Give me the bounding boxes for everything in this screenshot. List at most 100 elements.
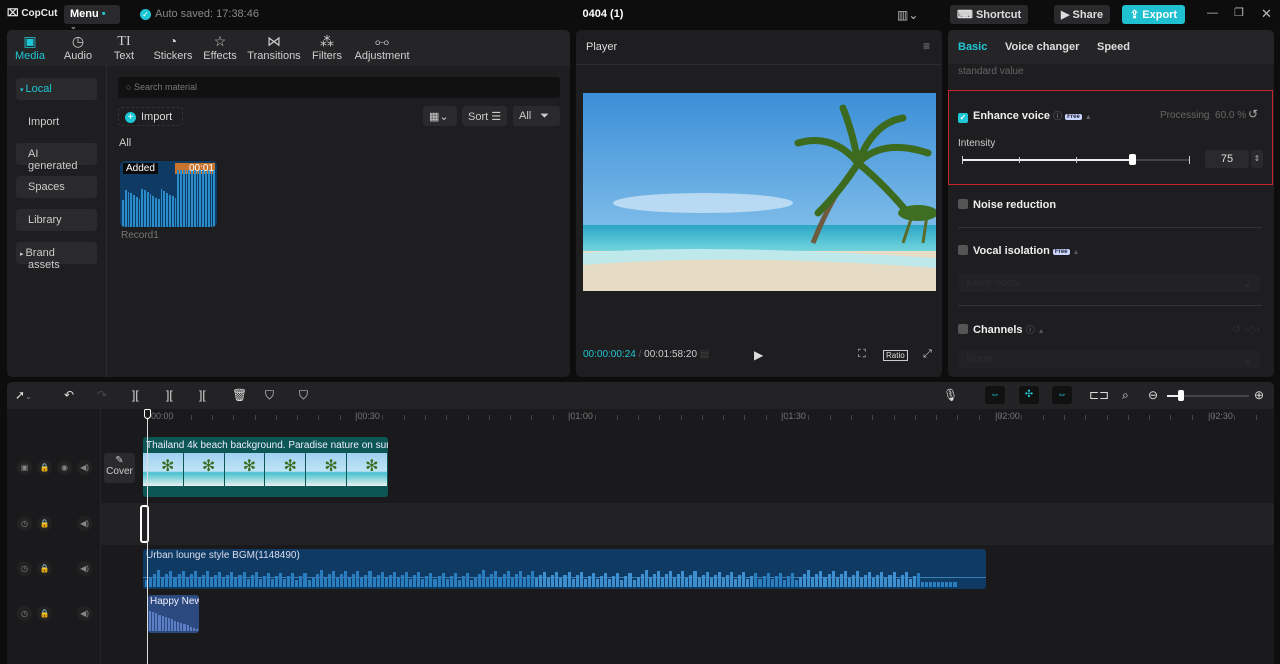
undo-icon[interactable]: ↶ bbox=[64, 388, 74, 402]
waveform-bar bbox=[868, 571, 872, 587]
split-preview-icon[interactable]: ⊏⊐ bbox=[1089, 388, 1109, 402]
sidebar-item-local[interactable]: ▾ Local bbox=[16, 78, 97, 100]
waveform-bar bbox=[855, 571, 859, 587]
collapse-icon[interactable]: ▲ bbox=[1085, 114, 1092, 121]
waveform-bar bbox=[360, 577, 364, 587]
import-button[interactable]: + Import bbox=[118, 107, 183, 126]
split-left-icon[interactable]: ][ bbox=[166, 388, 173, 402]
marker-add-icon[interactable]: ⛉ bbox=[265, 388, 274, 403]
help-icon: ⓘ bbox=[1025, 325, 1035, 335]
tab-media[interactable]: ▣ Media bbox=[15, 33, 45, 62]
slider-tick bbox=[962, 156, 963, 164]
sidebar-item-ai-generated[interactable]: AI generated bbox=[16, 143, 97, 172]
speaker-icon[interactable]: ◀) bbox=[77, 561, 92, 576]
zoom-fit-icon[interactable]: ⛶ bbox=[858, 348, 866, 361]
vocal-isolation-checkbox[interactable]: Vocal isolation Free ▲ bbox=[958, 245, 1080, 257]
playhead[interactable] bbox=[147, 409, 148, 664]
linkage-icon[interactable]: ⇔ bbox=[1052, 386, 1072, 404]
waveform-bar bbox=[192, 627, 195, 631]
minimize-icon[interactable]: — bbox=[1207, 7, 1218, 19]
media-item-record1[interactable]: Added 00:01 bbox=[120, 161, 217, 227]
waveform-bar bbox=[916, 572, 920, 587]
tab-text[interactable]: TI Text bbox=[113, 33, 135, 62]
tab-transitions[interactable]: ⋈ Transitions bbox=[247, 33, 301, 62]
bgm-clip[interactable]: Urban lounge style BGM(1148490) bbox=[143, 549, 986, 589]
playhead-handle[interactable] bbox=[144, 409, 151, 419]
help-icon[interactable]: ⓘ bbox=[1053, 111, 1062, 121]
tab-stickers[interactable]: ◔ Stickers bbox=[153, 33, 193, 62]
export-button[interactable]: ⇪ Export bbox=[1122, 5, 1186, 24]
tab-basic[interactable]: Basic bbox=[958, 41, 987, 53]
lock-icon[interactable]: 🔒 bbox=[37, 516, 52, 531]
intensity-slider-thumb[interactable] bbox=[1129, 154, 1137, 165]
lock-icon[interactable]: 🔒 bbox=[37, 460, 52, 475]
ruler-tick bbox=[1170, 415, 1172, 420]
zoom-out-icon[interactable]: ⊖ bbox=[1148, 388, 1158, 402]
ruler-tick bbox=[424, 415, 426, 420]
split-right-icon[interactable]: ][ bbox=[199, 388, 206, 402]
ruler-tick bbox=[190, 415, 192, 420]
waveform-bar bbox=[677, 574, 681, 587]
waveform-bar bbox=[543, 571, 547, 587]
player-title: Player bbox=[586, 41, 618, 53]
zoom-in-icon[interactable]: ⊕ bbox=[1254, 388, 1264, 402]
lock-icon[interactable]: 🔒 bbox=[37, 561, 52, 576]
noise-reduction-checkbox[interactable]: Noise reduction bbox=[958, 199, 1056, 211]
waveform-bar bbox=[344, 570, 348, 587]
zoom-slider-thumb[interactable] bbox=[1178, 390, 1184, 401]
sidebar-item-import[interactable]: Import bbox=[16, 111, 97, 133]
search-input[interactable]: ○ Search material bbox=[118, 77, 560, 98]
share-button[interactable]: ▶ Share bbox=[1054, 5, 1111, 24]
sidebar-item-spaces[interactable]: Spaces bbox=[16, 176, 97, 198]
magnet-snap-icon[interactable]: ✣ bbox=[1019, 386, 1039, 404]
speaker-icon[interactable]: ◀) bbox=[77, 460, 92, 475]
speaker-icon[interactable]: ◀) bbox=[77, 516, 92, 531]
eye-icon[interactable]: ◉ bbox=[57, 460, 72, 475]
restore-icon[interactable]: ❐ bbox=[1234, 6, 1244, 19]
intensity-slider-fill bbox=[962, 159, 1132, 161]
menu-button[interactable]: Menu • ⌄ bbox=[64, 5, 120, 31]
tab-voice-changer[interactable]: Voice changer bbox=[1005, 41, 1079, 53]
lock-icon[interactable]: 🔒 bbox=[37, 606, 52, 621]
tab-adjustment[interactable]: ⧟ Adjustment bbox=[353, 33, 411, 62]
intensity-input[interactable]: 75 bbox=[1205, 150, 1249, 168]
ratio-button[interactable]: Ratio bbox=[883, 350, 908, 361]
microphone-icon[interactable]: 🎙 bbox=[943, 388, 958, 402]
split-icon[interactable]: ][ bbox=[132, 388, 139, 402]
video-track-header: ▣ 🔒 ◉ ◀) bbox=[7, 460, 100, 475]
select-tool-icon[interactable]: ➚⌄ bbox=[15, 388, 32, 402]
waveform-bar bbox=[183, 624, 186, 631]
voice-clip[interactable]: Happy New bbox=[148, 595, 199, 633]
view-toggle[interactable]: ▦⌄ bbox=[423, 106, 457, 126]
stepper-icon[interactable]: ⇕ bbox=[1251, 150, 1263, 168]
hamburger-icon[interactable]: ≡ bbox=[923, 39, 930, 53]
ruler-tick bbox=[957, 415, 959, 420]
enhance-voice-checkbox[interactable]: ✓ Enhance voice ⓘ Free ▲ bbox=[958, 109, 1092, 123]
sort-button[interactable]: Sort ☰ bbox=[462, 106, 508, 126]
sidebar-item-brand-assets[interactable]: ▸ Brand assets bbox=[16, 242, 97, 271]
tab-filters[interactable]: ⁂ Filters bbox=[311, 33, 343, 62]
speaker-icon[interactable]: ◀) bbox=[77, 606, 92, 621]
tab-speed[interactable]: Speed bbox=[1097, 41, 1130, 53]
layout-icon[interactable]: ▥⌄ bbox=[897, 8, 918, 22]
reset-icon[interactable]: ↺ bbox=[1248, 107, 1258, 121]
zoom-to-fit-icon[interactable]: ⌕ bbox=[1122, 388, 1129, 403]
shortcut-button[interactable]: ⌨ Shortcut bbox=[950, 5, 1029, 24]
waveform-bar bbox=[246, 578, 250, 587]
delete-icon[interactable]: 🗑 bbox=[232, 388, 247, 402]
shield-icon[interactable]: ⛉ bbox=[299, 388, 308, 403]
sidebar-item-library[interactable]: Library bbox=[16, 209, 97, 231]
channels-checkbox[interactable]: Channels ⓘ ▲ bbox=[958, 323, 1045, 336]
filter-button[interactable]: All ⏷ bbox=[513, 106, 560, 126]
close-icon[interactable]: ✕ bbox=[1261, 6, 1272, 22]
cover-button[interactable]: ✎ Cover bbox=[104, 453, 135, 483]
fullscreen-icon[interactable]: ⤢ bbox=[923, 348, 932, 361]
tab-audio[interactable]: ◷ Audio bbox=[62, 33, 94, 62]
chevron-down-icon: ⌄ bbox=[1242, 278, 1252, 290]
tab-effects[interactable]: ☆ Effects bbox=[203, 33, 237, 62]
link-main-track-icon[interactable]: ⇔ bbox=[985, 386, 1005, 404]
waveform-bar bbox=[307, 579, 311, 587]
video-clip[interactable]: Thailand 4k beach background. Paradise n… bbox=[143, 437, 388, 497]
play-button[interactable]: ▶ bbox=[754, 348, 763, 362]
video-preview[interactable] bbox=[583, 93, 936, 291]
